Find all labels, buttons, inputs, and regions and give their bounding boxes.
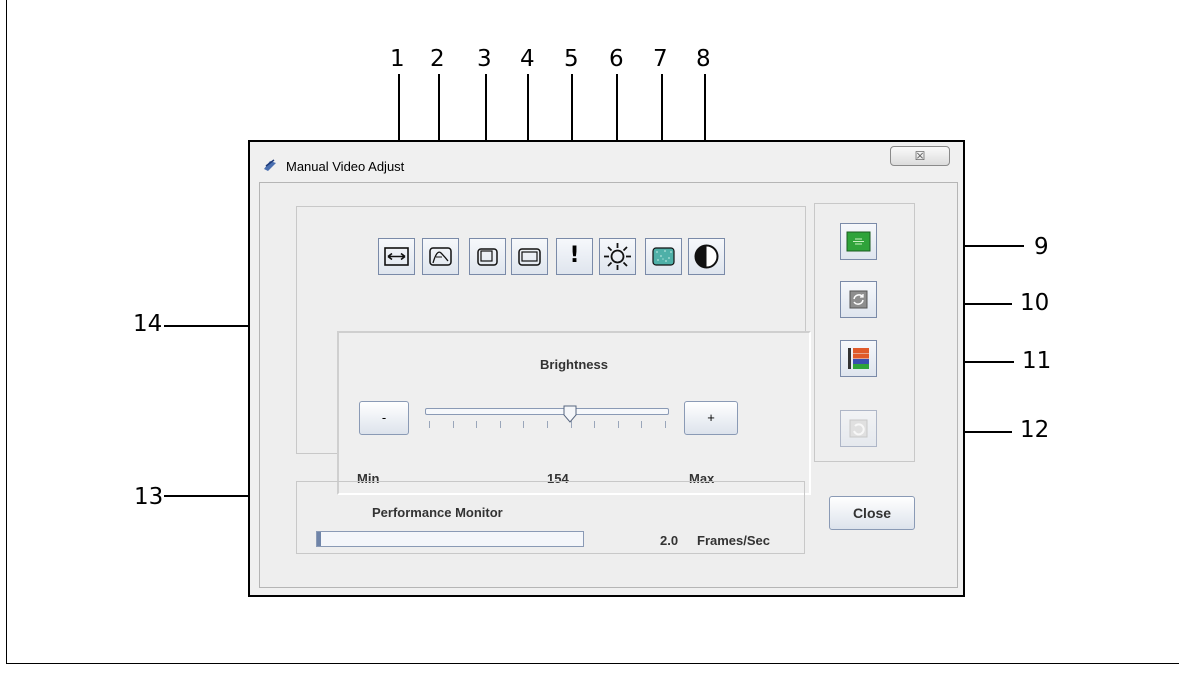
minus-label: - [381,410,387,425]
alert-icon: ! [569,243,580,268]
callout-10: 10 [1020,290,1050,316]
callout-9: 9 [1034,234,1049,260]
slider-tick [665,421,666,428]
callout-11: 11 [1022,348,1052,374]
window-close-button[interactable]: ☒ [890,146,950,166]
slider-tick [641,421,643,428]
noise-button[interactable] [645,238,682,275]
refresh-icon [849,290,868,309]
auto-adjust-button[interactable] [422,238,459,275]
title-bar[interactable]: Manual Video Adjust ☒ [250,142,963,182]
contrast-icon [694,244,719,269]
callout-12: 12 [1020,417,1050,443]
slider-thumb[interactable] [563,405,577,423]
horizontal-size-button[interactable] [378,238,415,275]
performance-title: Performance Monitor [372,505,503,520]
app-logo-icon [262,157,278,176]
brightness-slider-panel: Brightness - + Min 154 Max [337,331,811,495]
slider-title: Brightness [540,357,608,372]
dialog-client-area: ! Brightness - + Min 154 Max Performance… [259,182,958,588]
brightness-button[interactable] [599,238,636,275]
horizontal-size-icon [384,247,409,266]
contrast-button[interactable] [688,238,725,275]
callout-3: 3 [477,46,492,72]
slider-tick [547,421,548,428]
increase-button[interactable]: + [684,401,738,435]
callout-8: 8 [696,46,711,72]
callout-13: 13 [134,484,164,510]
slider-tick [594,421,596,428]
slider-tick [617,421,619,428]
window-small-button[interactable] [469,238,506,275]
progress-fill [317,532,321,546]
close-icon: ☒ [914,149,926,163]
manual-video-adjust-dialog: Manual Video Adjust ☒ ! Brightness - + M… [248,140,965,597]
brightness-sun-icon [604,243,631,270]
undo-icon [849,419,868,438]
slider-ticks [425,421,669,429]
window-title: Manual Video Adjust [286,159,405,174]
callout-7: 7 [653,46,668,72]
slider-tick [429,421,430,428]
auto-adjust-icon [429,247,452,266]
undo-button[interactable] [840,410,877,447]
frame-rate-unit: Frames/Sec [697,533,770,548]
callout-6: 6 [609,46,624,72]
slider-track [425,408,669,415]
performance-progress-bar [316,531,584,547]
color-bars-button[interactable] [840,340,877,377]
refresh-button[interactable] [840,281,877,318]
window-large-button[interactable] [511,238,548,275]
plus-label: + [707,410,715,425]
callout-1: 1 [390,46,405,72]
callout-2: 2 [430,46,445,72]
frame-rate-value: 2.0 [660,533,679,548]
slider-tick [452,421,454,428]
slider-tick [523,421,525,428]
color-mode-icon [846,231,871,252]
brightness-slider[interactable] [425,405,669,435]
window-small-icon [477,248,498,266]
callout-4: 4 [520,46,535,72]
color-bars-icon [848,348,869,369]
slider-tick [499,421,501,428]
callout-5: 5 [564,46,579,72]
window-large-icon [518,248,541,266]
callout-14: 14 [133,311,163,337]
alert-button[interactable]: ! [556,238,593,275]
close-button[interactable]: Close [829,496,915,530]
slider-tick [476,421,478,428]
decrease-button[interactable]: - [359,401,409,435]
color-mode-button[interactable] [840,223,877,260]
noise-icon [652,247,675,266]
close-button-label: Close [852,505,892,521]
